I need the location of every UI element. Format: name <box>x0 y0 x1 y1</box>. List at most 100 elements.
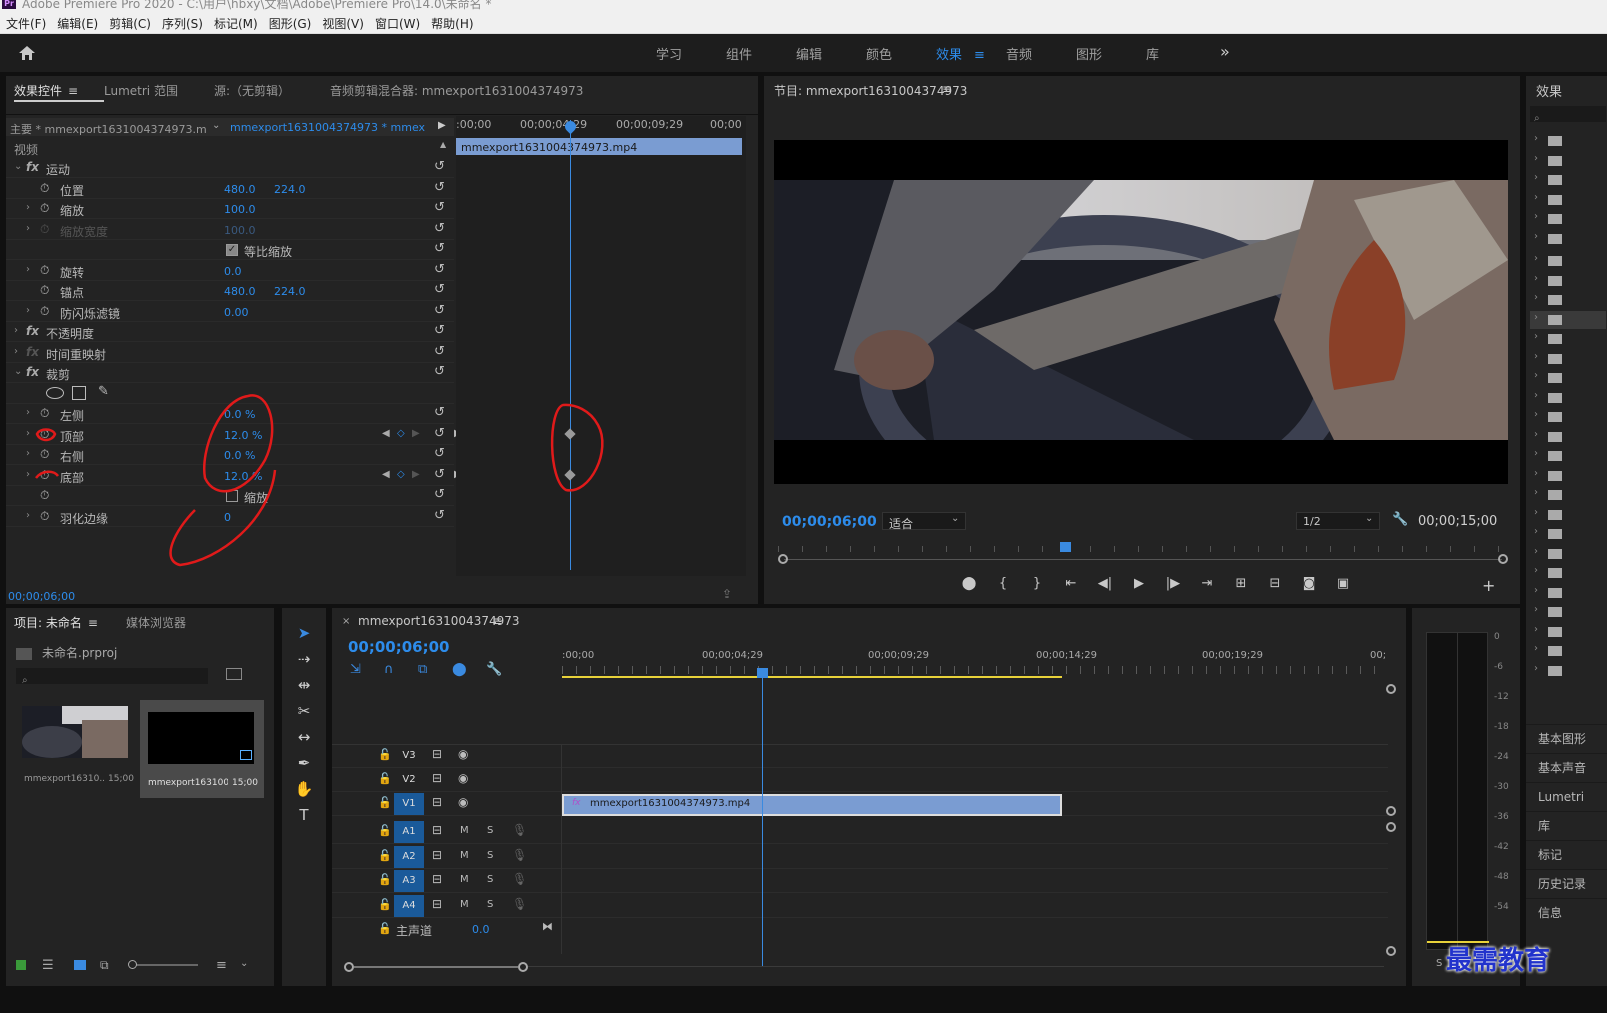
project-item-sequence[interactable]: mmexport163100... 15;00 <box>140 700 264 798</box>
resolution-dropdown[interactable]: 1/2 ⌄ <box>1296 512 1380 530</box>
freeform-view-icon[interactable]: ⧉ <box>100 958 109 973</box>
track-target-label[interactable]: V2 <box>394 769 424 791</box>
master-track[interactable]: 🔓 主声道 0.0 ⧓ <box>332 918 1388 942</box>
effects-folder-row[interactable]: › <box>1530 310 1606 329</box>
panel-menu-icon[interactable]: ≡ <box>88 616 98 630</box>
effects-folder-row[interactable]: › <box>1530 642 1606 660</box>
effects-folder-row[interactable]: › <box>1530 272 1606 290</box>
lock-icon[interactable]: 🔓 <box>378 922 392 935</box>
sync-lock-icon[interactable]: ⊟ <box>432 795 442 809</box>
effects-folder-row[interactable]: › <box>1530 350 1606 368</box>
effects-folder-row[interactable]: › <box>1530 171 1606 189</box>
effects-folder-row[interactable]: › <box>1530 132 1606 150</box>
timeline-playhead[interactable] <box>762 668 763 966</box>
effects-folder-row[interactable]: › <box>1530 330 1606 348</box>
video-track[interactable]: 🔓 V2 ⊟ ◉ <box>332 768 1388 792</box>
timeline-playhead-handle[interactable] <box>757 668 768 678</box>
timeline-horizontal-scrollbar[interactable] <box>344 960 1384 974</box>
add-marker-icon[interactable]: ⬤ <box>452 662 486 677</box>
mark-in-icon[interactable]: { <box>986 576 1020 596</box>
close-icon[interactable]: × <box>342 616 350 627</box>
mute-button[interactable]: M <box>460 850 469 861</box>
right-panel-tab[interactable]: 基本声音 <box>1526 753 1607 782</box>
effects-folder-row[interactable]: › <box>1530 210 1606 228</box>
mark-out-icon[interactable]: } <box>1020 576 1054 596</box>
timeline-ruler[interactable]: :00;00 00;00;04;29 00;00;09;29 00;00;14;29 0… <box>562 646 1388 680</box>
right-panel-tab[interactable]: 历史记录 <box>1526 869 1607 898</box>
lock-icon[interactable]: 🔓 <box>378 873 392 886</box>
timeline-clip-v1[interactable]: fx mmexport1631004374973.mp4 <box>562 794 1062 816</box>
solo-button[interactable]: S <box>487 899 493 910</box>
program-video-frame[interactable] <box>774 140 1508 484</box>
fit-dropdown[interactable]: 适合 ⌄ <box>882 512 966 531</box>
track-target-label[interactable]: A3 <box>394 870 424 892</box>
selection-tool-icon[interactable]: ➤ <box>282 624 326 650</box>
effects-folder-row[interactable]: › <box>1530 369 1606 387</box>
type-tool-icon[interactable]: T <box>282 806 326 832</box>
linked-selection-icon[interactable]: ⧉ <box>418 662 452 677</box>
workspace-tab[interactable]: 颜色 <box>866 44 936 63</box>
microphone-icon[interactable]: 🎙 <box>512 848 527 862</box>
workspace-tab[interactable]: 库 <box>1146 44 1216 63</box>
lock-icon[interactable]: 🔓 <box>378 824 392 837</box>
lock-icon[interactable] <box>16 960 26 970</box>
effects-folder-row[interactable]: › <box>1530 545 1606 563</box>
effects-folder-row[interactable]: › <box>1530 584 1606 602</box>
pen-tool-icon[interactable]: ✒ <box>282 754 326 780</box>
lock-icon[interactable]: 🔓 <box>378 849 392 862</box>
track-target-label[interactable]: A4 <box>394 894 424 917</box>
go-to-out-icon[interactable]: ⇥ <box>1190 576 1224 596</box>
project-search-input[interactable]: ⌕ <box>16 668 208 686</box>
ripple-edit-tool-icon[interactable]: ⇹ <box>282 676 326 702</box>
effects-search-field[interactable]: ⌕ <box>1530 106 1606 124</box>
go-to-end-icon[interactable]: ⧓ <box>542 920 553 933</box>
eye-icon[interactable]: ◉ <box>458 747 468 761</box>
play-icon[interactable]: ▶ <box>1122 576 1156 596</box>
effects-folder-row[interactable]: › <box>1530 408 1606 426</box>
track-select-tool-icon[interactable]: ⇢ <box>282 650 326 676</box>
right-panel-tab[interactable]: 库 <box>1526 811 1607 840</box>
hand-tool-icon[interactable]: ✋ <box>282 780 326 806</box>
panel-menu-icon[interactable]: ≡ <box>942 82 952 96</box>
work-area-bar[interactable] <box>562 676 1062 678</box>
microphone-icon[interactable]: 🎙 <box>512 823 527 837</box>
list-view-icon[interactable]: ☰ <box>42 958 54 973</box>
step-back-icon[interactable]: ◀| <box>1088 576 1122 596</box>
workspace-tab[interactable]: 编辑 <box>796 44 866 63</box>
effects-folder-row[interactable]: › <box>1530 467 1606 485</box>
mute-button[interactable]: M <box>460 899 469 910</box>
microphone-icon[interactable]: 🎙 <box>512 897 527 911</box>
project-panel-tab[interactable]: 媒体浏览器 <box>126 614 238 631</box>
effects-folder-row[interactable]: › <box>1530 291 1606 309</box>
snap-icon[interactable]: ∩ <box>384 662 418 677</box>
audio-track[interactable]: 🔓 A4 ⊟ M S 🎙 <box>332 894 1388 918</box>
zoom-slider[interactable] <box>128 960 198 969</box>
audio-track[interactable]: 🔓 A1 ⊟ M S 🎙 <box>332 820 1388 844</box>
lock-icon[interactable]: 🔓 <box>378 772 392 785</box>
razor-tool-icon[interactable]: ✂ <box>282 702 326 728</box>
timeline-settings-icon[interactable]: 🔧 <box>486 662 520 677</box>
video-track[interactable]: 🔓 V3 ⊟ ◉ <box>332 744 1388 768</box>
effects-folder-row[interactable]: › <box>1530 662 1606 680</box>
audio-track[interactable]: 🔓 A2 ⊟ M S 🎙 <box>332 845 1388 869</box>
sync-lock-icon[interactable]: ⊟ <box>432 897 442 911</box>
sync-lock-icon[interactable]: ⊟ <box>432 747 442 761</box>
timeline-vertical-scrollbar[interactable] <box>1386 684 1398 960</box>
track-target-label[interactable]: V3 <box>394 745 424 767</box>
sync-lock-icon[interactable]: ⊟ <box>432 771 442 785</box>
track-target-label[interactable]: A2 <box>394 845 424 868</box>
nest-sequence-icon[interactable]: ⇲ <box>350 662 384 677</box>
slip-tool-icon[interactable]: ↔ <box>282 728 326 754</box>
go-to-in-icon[interactable]: ⇤ <box>1054 576 1088 596</box>
effects-folder-row[interactable]: › <box>1530 564 1606 582</box>
audio-track[interactable]: 🔓 A3 ⊟ M S 🎙 <box>332 869 1388 893</box>
effects-folder-row[interactable]: › <box>1530 447 1606 465</box>
effects-folder-row[interactable]: › <box>1530 428 1606 446</box>
workspace-overflow-button[interactable]: » <box>1220 42 1230 61</box>
solo-button[interactable]: S <box>487 874 493 885</box>
extract-icon[interactable]: ⊟ <box>1258 576 1292 596</box>
icon-view-icon[interactable] <box>74 960 86 970</box>
effects-folder-row[interactable]: › <box>1530 506 1606 524</box>
sync-lock-icon[interactable]: ⊟ <box>432 848 442 862</box>
effects-folder-row[interactable]: › <box>1530 230 1606 248</box>
